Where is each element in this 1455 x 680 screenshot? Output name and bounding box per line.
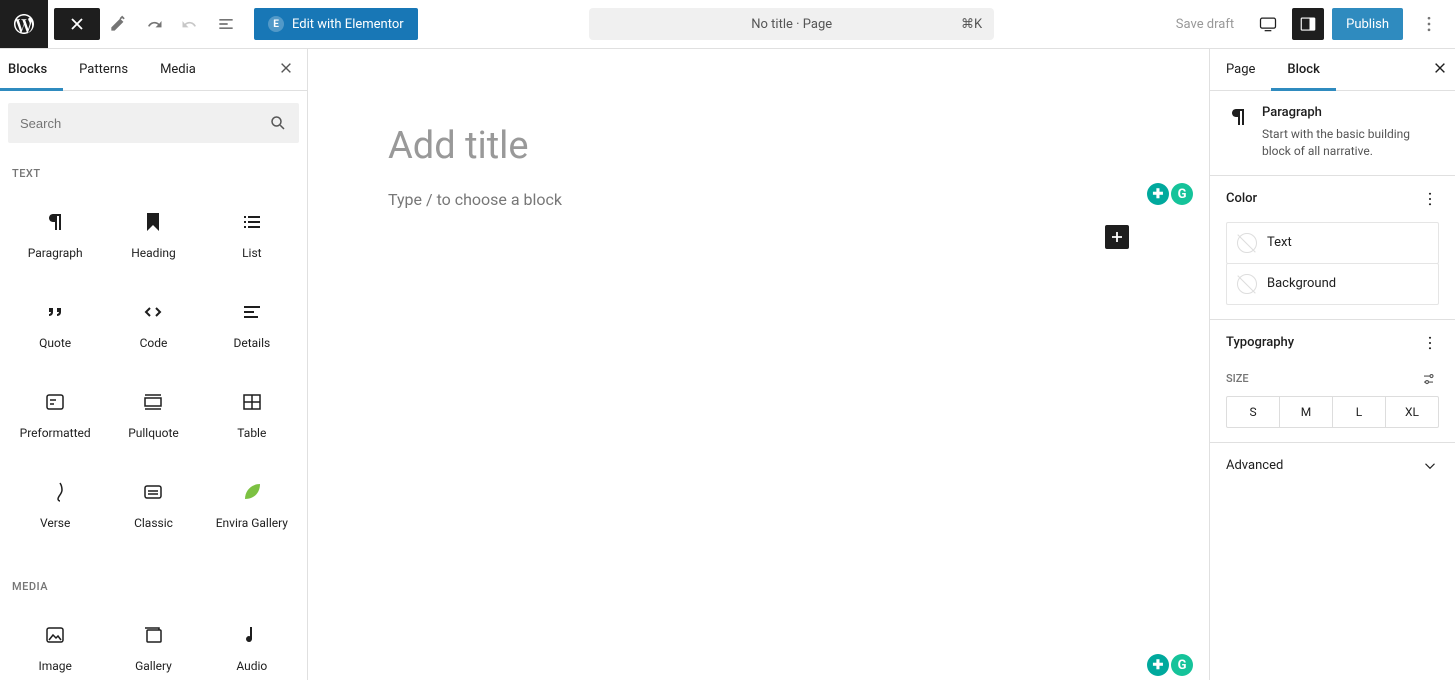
- tools-button[interactable]: [100, 6, 136, 42]
- block-item-envira[interactable]: Envira Gallery: [205, 462, 299, 548]
- elementor-label: Edit with Elementor: [292, 17, 404, 32]
- typography-panel-title: Typography: [1226, 335, 1294, 350]
- size-m[interactable]: M: [1280, 397, 1333, 427]
- wordpress-logo[interactable]: [0, 0, 48, 48]
- options-button[interactable]: [1411, 6, 1447, 42]
- helper-badge-1[interactable]: ✚: [1147, 183, 1169, 205]
- block-item-audio[interactable]: Audio: [205, 605, 299, 680]
- verse-icon: [43, 480, 67, 504]
- paragraph-icon: [1226, 105, 1250, 129]
- paragraph-icon: [43, 210, 67, 234]
- settings-tab-block[interactable]: Block: [1271, 49, 1335, 91]
- inserter-tab-media[interactable]: Media: [144, 49, 212, 91]
- command-shortcut: ⌘K: [961, 17, 982, 32]
- block-category-label: TEXT: [8, 159, 299, 192]
- toggle-inserter-button[interactable]: [54, 8, 100, 40]
- text-color-row[interactable]: Text: [1226, 222, 1439, 264]
- block-category-label: MEDIA: [8, 572, 299, 605]
- typography-panel-menu-icon[interactable]: [1421, 334, 1439, 352]
- block-item-heading[interactable]: Heading: [106, 192, 200, 278]
- grammarly-badge-2[interactable]: G: [1171, 654, 1193, 676]
- size-s[interactable]: S: [1227, 397, 1280, 427]
- settings-tab-page[interactable]: Page: [1210, 49, 1271, 91]
- document-title: No title · Page: [751, 17, 832, 32]
- document-title-bar[interactable]: No title · Page ⌘K: [589, 8, 994, 40]
- background-color-swatch: [1237, 274, 1257, 294]
- block-item-verse[interactable]: Verse: [8, 462, 102, 548]
- block-item-code[interactable]: Code: [106, 282, 200, 368]
- audio-icon: [240, 623, 264, 647]
- close-settings-icon[interactable]: [1425, 61, 1455, 79]
- block-item-list[interactable]: List: [205, 192, 299, 278]
- block-search-input[interactable]: [8, 103, 299, 143]
- inserter-tabs: Blocks Patterns Media: [0, 49, 307, 91]
- advanced-panel-toggle[interactable]: Advanced: [1210, 443, 1455, 489]
- preformatted-icon: [43, 390, 67, 414]
- block-item-paragraph[interactable]: Paragraph: [8, 192, 102, 278]
- size-label: SIZE: [1226, 372, 1249, 385]
- close-inserter-icon[interactable]: [265, 61, 307, 79]
- undo-button[interactable]: [136, 6, 172, 42]
- block-name: Paragraph: [1262, 105, 1439, 120]
- editor-canvas[interactable]: Add title Type / to choose a block ✚ G ✚…: [308, 49, 1209, 680]
- view-button[interactable]: [1252, 8, 1284, 40]
- background-color-row[interactable]: Background: [1226, 263, 1439, 305]
- block-item-classic[interactable]: Classic: [106, 462, 200, 548]
- elementor-icon: E: [268, 16, 284, 32]
- redo-button[interactable]: [172, 6, 208, 42]
- save-draft-button[interactable]: Save draft: [1166, 11, 1244, 38]
- code-icon: [141, 300, 165, 324]
- add-block-button[interactable]: [1105, 225, 1129, 249]
- document-overview-button[interactable]: [208, 6, 244, 42]
- block-item-table[interactable]: Table: [205, 372, 299, 458]
- settings-sidebar: Page Block Paragraph Start with the basi…: [1209, 49, 1455, 680]
- classic-icon: [141, 480, 165, 504]
- helper-badge-2[interactable]: ✚: [1147, 654, 1169, 676]
- inserter-tab-patterns[interactable]: Patterns: [63, 49, 144, 91]
- gallery-icon: [141, 623, 165, 647]
- publish-button[interactable]: Publish: [1332, 8, 1403, 40]
- details-icon: [240, 300, 264, 324]
- post-title-input[interactable]: Add title: [388, 124, 1088, 168]
- block-item-pullquote[interactable]: Pullquote: [106, 372, 200, 458]
- block-inserter-panel: Blocks Patterns Media TEXTParagraphHeadi…: [0, 49, 308, 680]
- grammarly-badge[interactable]: G: [1171, 183, 1193, 205]
- heading-icon: [141, 210, 165, 234]
- envira-icon: [240, 480, 264, 504]
- size-xl[interactable]: XL: [1386, 397, 1438, 427]
- pullquote-icon: [141, 390, 165, 414]
- quote-icon: [43, 300, 67, 324]
- font-size-buttons: S M L XL: [1226, 396, 1439, 428]
- block-item-preformatted[interactable]: Preformatted: [8, 372, 102, 458]
- list-icon: [240, 210, 264, 234]
- block-item-details[interactable]: Details: [205, 282, 299, 368]
- size-settings-icon[interactable]: [1421, 370, 1439, 388]
- table-icon: [240, 390, 264, 414]
- settings-toggle-button[interactable]: [1292, 8, 1324, 40]
- top-toolbar: E Edit with Elementor No title · Page ⌘K…: [0, 0, 1455, 49]
- block-description: Start with the basic building block of a…: [1262, 126, 1439, 161]
- block-item-gallery[interactable]: Gallery: [106, 605, 200, 680]
- block-placeholder[interactable]: Type / to choose a block: [388, 190, 1088, 209]
- edit-with-elementor-button[interactable]: E Edit with Elementor: [254, 8, 418, 40]
- block-item-image[interactable]: Image: [8, 605, 102, 680]
- inserter-tab-blocks[interactable]: Blocks: [0, 49, 63, 91]
- text-color-swatch: [1237, 233, 1257, 253]
- chevron-down-icon: [1421, 457, 1439, 475]
- color-panel-title: Color: [1226, 191, 1257, 206]
- image-icon: [43, 623, 67, 647]
- size-l[interactable]: L: [1333, 397, 1386, 427]
- search-icon: [269, 114, 287, 132]
- block-item-quote[interactable]: Quote: [8, 282, 102, 368]
- color-panel-menu-icon[interactable]: [1421, 190, 1439, 208]
